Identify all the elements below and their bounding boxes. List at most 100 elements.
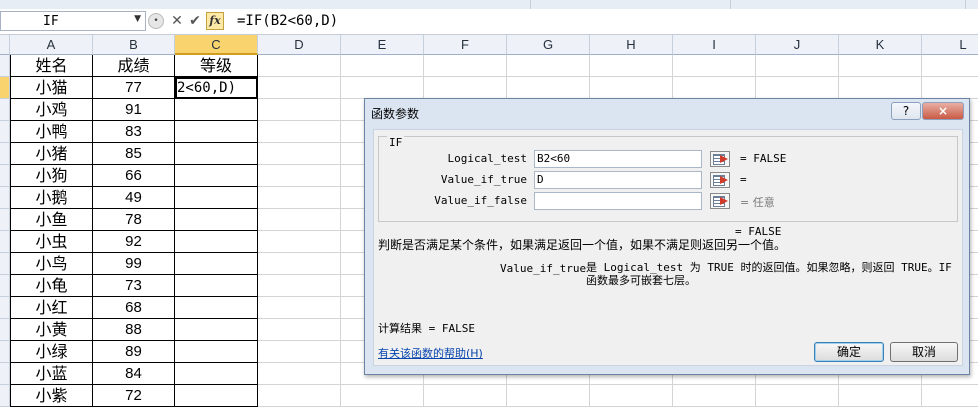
row-header[interactable]	[0, 275, 10, 297]
table-cell[interactable]	[175, 363, 258, 385]
table-cell[interactable]: 小狗	[10, 165, 93, 187]
column-header-c[interactable]: C	[175, 35, 258, 55]
empty-cell[interactable]	[922, 385, 978, 407]
empty-cell[interactable]	[258, 297, 341, 319]
table-cell[interactable]: 小鱼	[10, 209, 93, 231]
row-header[interactable]	[0, 143, 10, 165]
table-cell[interactable]: 小黄	[10, 319, 93, 341]
empty-cell[interactable]	[839, 55, 922, 77]
row-header[interactable]	[0, 77, 10, 99]
row-header[interactable]	[0, 319, 10, 341]
empty-cell[interactable]	[258, 385, 341, 407]
empty-cell[interactable]	[590, 77, 673, 99]
table-cell[interactable]: 小龟	[10, 275, 93, 297]
row-header[interactable]	[0, 99, 10, 121]
empty-cell[interactable]	[507, 385, 590, 407]
empty-cell[interactable]	[258, 165, 341, 187]
table-cell[interactable]: 78	[93, 209, 175, 231]
empty-cell[interactable]	[258, 121, 341, 143]
table-cell[interactable]: 小鸟	[10, 253, 93, 275]
enter-icon[interactable]: ✔	[186, 12, 204, 30]
empty-cell[interactable]	[839, 385, 922, 407]
table-header-cell[interactable]: 成绩	[93, 55, 175, 77]
table-cell[interactable]: 83	[93, 121, 175, 143]
chevron-down-icon[interactable]: ▼	[134, 14, 141, 24]
table-cell[interactable]: 99	[93, 253, 175, 275]
empty-cell[interactable]	[756, 77, 839, 99]
table-cell[interactable]: 小绿	[10, 341, 93, 363]
table-cell[interactable]	[175, 187, 258, 209]
insert-function-button[interactable]: fx	[206, 12, 224, 30]
row-header[interactable]	[0, 55, 10, 77]
row-header[interactable]	[0, 297, 10, 319]
empty-cell[interactable]	[341, 77, 424, 99]
table-cell[interactable]	[175, 275, 258, 297]
close-button[interactable]: ×	[922, 102, 964, 120]
row-header[interactable]	[0, 187, 10, 209]
table-cell[interactable]: 小鸡	[10, 99, 93, 121]
table-cell[interactable]: 92	[93, 231, 175, 253]
table-cell[interactable]: 77	[93, 77, 175, 99]
table-cell[interactable]	[175, 99, 258, 121]
table-cell[interactable]	[175, 165, 258, 187]
column-header-g[interactable]: G	[507, 35, 590, 55]
help-button[interactable]: ?	[891, 102, 921, 120]
empty-cell[interactable]	[258, 77, 341, 99]
empty-cell[interactable]	[673, 385, 756, 407]
empty-cell[interactable]	[258, 99, 341, 121]
table-cell[interactable]	[175, 121, 258, 143]
empty-cell[interactable]	[839, 77, 922, 99]
argument-input[interactable]	[534, 192, 702, 210]
argument-input[interactable]: D	[534, 171, 702, 189]
table-cell[interactable]: 小鹅	[10, 187, 93, 209]
table-cell[interactable]: 72	[93, 385, 175, 407]
table-cell[interactable]: 小鸭	[10, 121, 93, 143]
empty-cell[interactable]	[756, 55, 839, 77]
column-header-a[interactable]: A	[10, 35, 93, 55]
collapse-dialog-button[interactable]	[710, 151, 730, 167]
empty-cell[interactable]	[507, 77, 590, 99]
table-cell[interactable]	[175, 231, 258, 253]
empty-cell[interactable]	[258, 143, 341, 165]
empty-cell[interactable]	[590, 385, 673, 407]
column-header-b[interactable]: B	[93, 35, 175, 55]
table-cell[interactable]: 88	[93, 319, 175, 341]
cancel-button[interactable]: 取消	[890, 342, 958, 362]
empty-cell[interactable]	[673, 77, 756, 99]
empty-cell[interactable]	[424, 55, 507, 77]
table-cell[interactable]: 小红	[10, 297, 93, 319]
table-cell[interactable]: 91	[93, 99, 175, 121]
table-cell[interactable]: 小虫	[10, 231, 93, 253]
table-cell[interactable]: 小蓝	[10, 363, 93, 385]
empty-cell[interactable]	[507, 55, 590, 77]
collapse-dialog-button[interactable]	[710, 193, 730, 209]
table-cell[interactable]	[175, 143, 258, 165]
table-cell[interactable]: 73	[93, 275, 175, 297]
empty-cell[interactable]	[341, 55, 424, 77]
table-cell[interactable]: 89	[93, 341, 175, 363]
empty-cell[interactable]	[590, 55, 673, 77]
cancel-icon[interactable]: ✕	[168, 12, 186, 30]
more-icon[interactable]: •	[148, 13, 164, 29]
empty-cell[interactable]	[922, 55, 978, 77]
name-box[interactable]: IF ▼	[0, 11, 146, 31]
table-cell[interactable]: 66	[93, 165, 175, 187]
empty-cell[interactable]	[258, 253, 341, 275]
ok-button[interactable]: 确定	[814, 342, 884, 362]
empty-cell[interactable]	[258, 231, 341, 253]
active-cell[interactable]: 2<60,D)	[175, 77, 258, 99]
table-cell[interactable]	[175, 319, 258, 341]
row-header[interactable]	[0, 121, 10, 143]
empty-cell[interactable]	[258, 209, 341, 231]
argument-input[interactable]: B2<60	[534, 150, 702, 168]
empty-cell[interactable]	[258, 363, 341, 385]
collapse-dialog-button[interactable]	[710, 172, 730, 188]
column-header-d[interactable]: D	[258, 35, 341, 55]
table-cell[interactable]	[175, 341, 258, 363]
empty-cell[interactable]	[258, 341, 341, 363]
row-header[interactable]	[0, 165, 10, 187]
table-cell[interactable]: 84	[93, 363, 175, 385]
empty-cell[interactable]	[922, 77, 978, 99]
row-header[interactable]	[0, 231, 10, 253]
column-header-i[interactable]: I	[673, 35, 756, 55]
